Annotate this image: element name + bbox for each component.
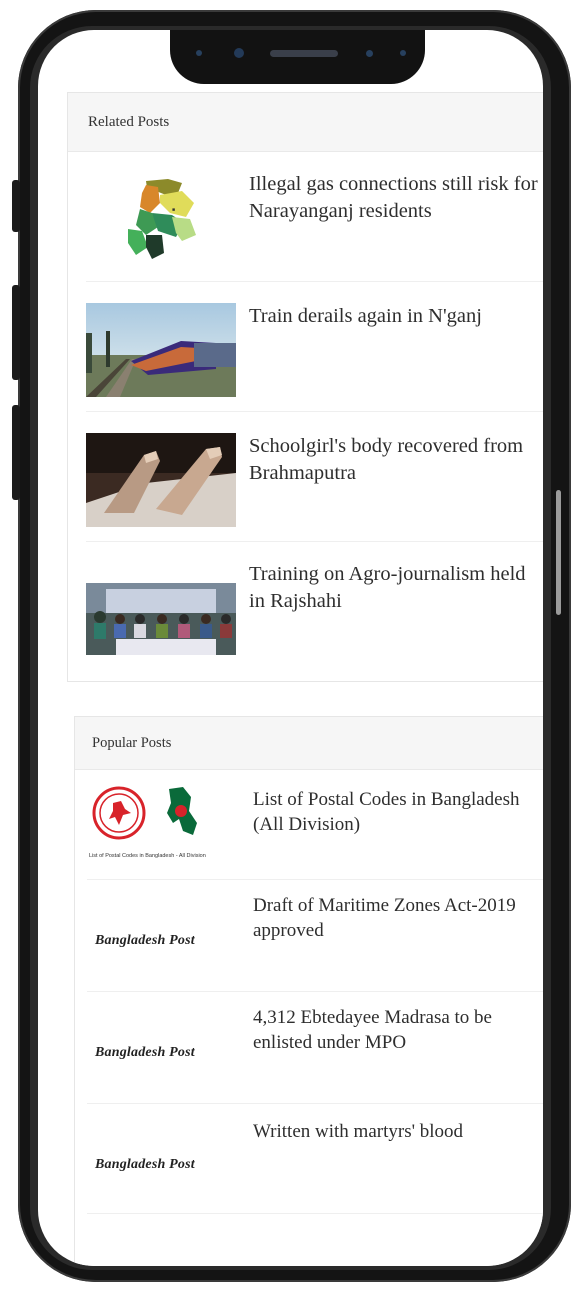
svg-text:■: ■ [172,207,175,213]
bangladesh-post-logo: Bangladesh Post [95,1157,195,1172]
sensor-dot [196,50,202,56]
popular-posts-widget: Popular Posts List of Postal Codes in Ba… [74,716,543,1266]
bangladesh-post-logo: Bangladesh Post [95,1045,195,1060]
popular-post-item[interactable]: List of Postal Codes in Bangladesh - All… [87,769,543,880]
meeting-photo-thumbnail[interactable] [86,583,236,655]
phone-screen: Related Posts ■ Illegal gas connections … [38,30,543,1266]
feet-photo-thumbnail[interactable] [86,433,236,527]
related-post-item[interactable]: Schoolgirl's body recovered from Brahmap… [86,411,543,542]
popular-post-title[interactable]: List of Postal Codes in Bangladesh (All … [253,787,543,837]
sensor-dot [400,50,406,56]
related-posts-widget: Related Posts ■ Illegal gas connections … [67,92,543,682]
popular-post-item[interactable]: Bangladesh Post Draft of Maritime Zones … [87,879,543,992]
popular-posts-heading: Popular Posts [75,717,543,770]
popular-post-title[interactable]: 4,312 Ebtedayee Madrasa to be enlisted u… [253,1005,543,1055]
related-post-title[interactable]: Illegal gas connections still risk for N… [249,171,539,225]
bangladesh-post-logo: Bangladesh Post [95,933,195,948]
related-posts-heading: Related Posts [68,93,543,152]
related-post-item[interactable]: Training on Agro-journalism held in Rajs… [86,541,543,671]
popular-post-title[interactable]: Written with martyrs' blood [253,1119,543,1144]
related-post-item[interactable]: Train derails again in N'ganj [86,281,543,412]
phone-notch [170,30,425,84]
volume-down-button [12,405,20,500]
silent-switch [12,180,20,232]
front-camera [234,48,244,58]
narayanganj-map-image: ■ [86,173,236,267]
map-thumbnail[interactable]: ■ [86,173,236,267]
related-post-title[interactable]: Training on Agro-journalism held in Rajs… [249,561,539,615]
volume-up-button [12,285,20,380]
popular-post-item[interactable]: Bangladesh Post 4,312 Ebtedayee Madrasa … [87,991,543,1104]
popular-post-item[interactable]: Bangladesh Post Written with martyrs' bl… [87,1103,543,1214]
proximity-sensor [366,50,373,57]
postal-thumb-caption: List of Postal Codes in Bangladesh - All… [89,853,206,859]
feet-image [86,433,236,527]
meeting-image [86,583,236,655]
related-post-item[interactable]: ■ Illegal gas connections still risk for… [86,151,543,282]
train-photo-thumbnail[interactable] [86,303,236,397]
related-post-title[interactable]: Train derails again in N'ganj [249,303,539,330]
train-image [86,303,236,397]
related-post-title[interactable]: Schoolgirl's body recovered from Brahmap… [249,433,539,487]
popular-post-title[interactable]: Draft of Maritime Zones Act-2019 approve… [253,893,543,943]
scroll-indicator[interactable] [556,490,561,615]
earpiece-speaker [270,50,338,57]
